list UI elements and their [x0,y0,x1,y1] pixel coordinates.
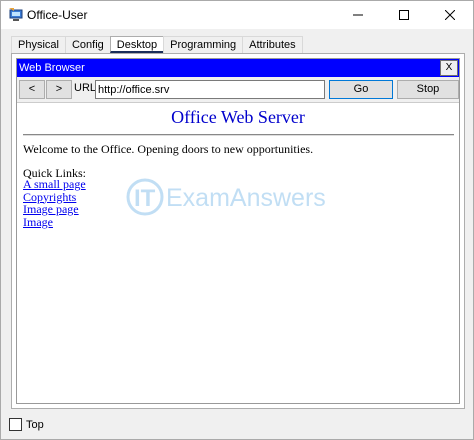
link-image[interactable]: Image [23,215,86,229]
minimize-button[interactable] [335,1,381,29]
web-browser-close-button[interactable]: X [440,60,458,76]
stop-button[interactable]: Stop [397,80,459,99]
go-button[interactable]: Go [329,80,393,99]
tab-config[interactable]: Config [64,36,111,53]
title-bar[interactable]: Office-User [1,1,473,29]
browser-viewport[interactable]: Office Web Server Welcome to the Office.… [17,102,459,403]
application-window: Office-User Physical Config Desktop Prog… [0,0,474,440]
tab-attributes[interactable]: Attributes [242,36,303,53]
link-image-page[interactable]: Image page [23,203,86,216]
horizontal-rule [23,134,454,136]
watermark-logo: IT ExamAnswers [126,178,326,216]
url-input[interactable] [95,80,325,99]
minimize-icon [353,14,363,16]
top-checkbox[interactable] [9,418,22,431]
forward-button[interactable]: > [46,80,72,99]
tab-programming[interactable]: Programming [163,36,244,53]
quick-links-list: A small page Copyrights Image page Image [23,178,86,228]
desktop-panel: Web Browser X < > URL Go Stop Office Web… [11,54,465,409]
tab-desktop[interactable]: Desktop [109,36,165,53]
browser-toolbar: < > URL Go Stop [17,79,459,101]
link-small-page[interactable]: A small page [23,178,86,191]
back-button[interactable]: < [19,80,45,99]
maximize-icon [399,10,409,20]
welcome-text: Welcome to the Office. Opening doors to … [23,142,314,156]
watermark-prefix: IT [134,185,156,212]
watermark-text: ExamAnswers [166,184,326,212]
web-browser-window: Web Browser X < > URL Go Stop Office Web… [16,58,460,404]
close-button[interactable] [427,1,473,29]
web-browser-title-bar[interactable]: Web Browser X [17,59,459,77]
window-title: Office-User [27,8,88,22]
tab-physical[interactable]: Physical [11,36,66,53]
page-heading: Office Web Server [171,107,305,127]
packet-tracer-pc-icon [9,8,23,21]
maximize-button[interactable] [381,1,427,29]
web-browser-title: Web Browser [19,62,85,74]
top-checkbox-label: Top [26,419,44,431]
url-label: URL [74,82,97,94]
close-icon [445,10,455,20]
tab-bar: Physical Config Desktop Programming Attr… [11,36,303,54]
